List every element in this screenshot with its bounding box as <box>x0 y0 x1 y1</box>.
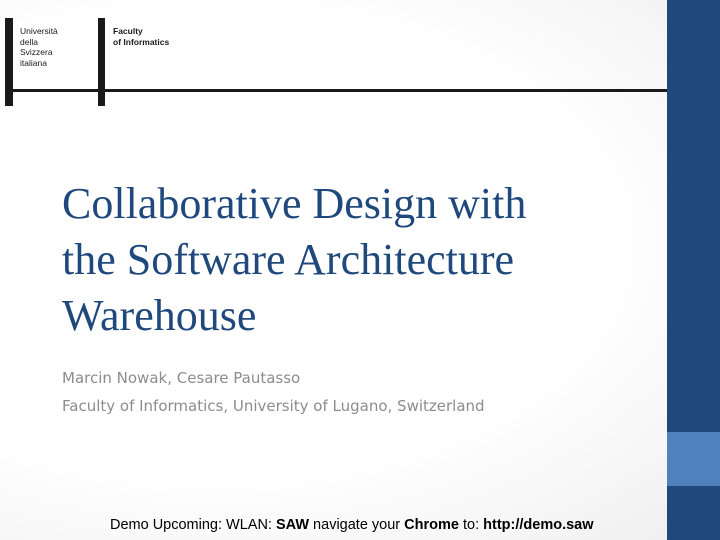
logo-university-line: italiana <box>20 57 47 68</box>
slide-title-line: the Software Architecture <box>62 235 515 284</box>
logo-university-line: della <box>20 36 38 47</box>
logo-faculty-name: Faculty of Informatics <box>113 26 169 47</box>
demo-announcement: Demo Upcoming: WLAN: SAW navigate your C… <box>110 517 594 533</box>
browser-name: Chrome <box>404 517 459 533</box>
demo-middle-text: navigate your <box>309 517 405 533</box>
slide-authors: Marcin Nowak, Cesare Pautasso <box>62 369 301 387</box>
right-bar-accent-block <box>667 432 720 486</box>
slide-title-line: Warehouse <box>62 291 257 340</box>
logo-university-line: Svizzera <box>20 47 53 57</box>
logo-university-name: Università della Svizzera italiana <box>20 26 58 68</box>
demo-to-text: to: <box>458 517 484 533</box>
demo-prefix-text: Demo Upcoming: WLAN: <box>110 517 276 533</box>
slide-affiliation: Faculty of Informatics, University of Lu… <box>62 397 485 415</box>
logo-university-line: Università <box>20 26 58 36</box>
logo-left-bar <box>5 18 13 106</box>
wlan-name: SAW <box>276 517 310 533</box>
logo-faculty-line: of Informatics <box>113 36 170 47</box>
slide-title-line: Collaborative Design with <box>62 179 527 228</box>
logo-divider-bar <box>98 18 105 106</box>
demo-url: http://demo.saw <box>483 517 594 533</box>
logo-faculty-line: Faculty <box>113 26 143 36</box>
logo-horizontal-rule <box>5 89 667 92</box>
slide-title: Collaborative Design with the Software A… <box>62 176 652 344</box>
